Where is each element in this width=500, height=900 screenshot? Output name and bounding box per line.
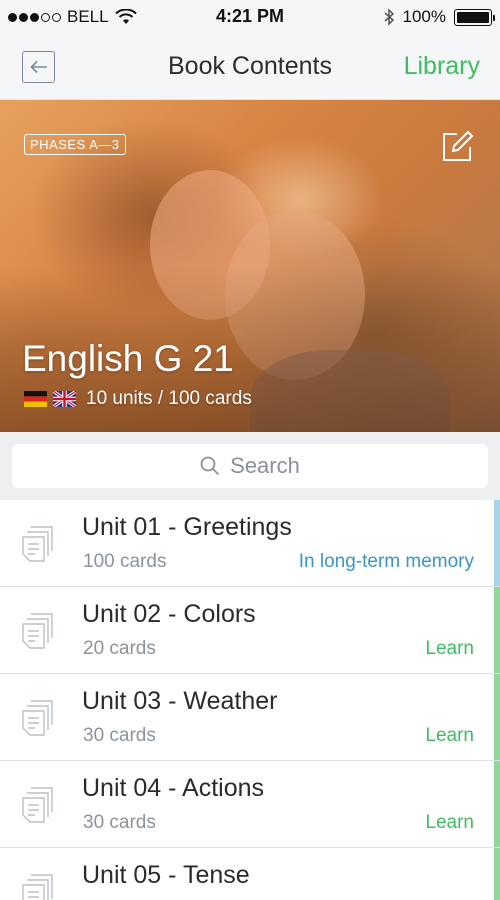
book-title: English G 21 [22,338,234,379]
unit-title: Unit 05 - Tense [82,861,250,889]
stacked-cards-icon [22,787,53,823]
search-area: Search [0,432,500,500]
battery-icon [454,8,495,26]
learn-button[interactable]: Learn [425,725,474,747]
library-button[interactable]: Library [404,52,480,81]
arrow-left-icon [29,60,47,74]
unit-progress-bar [494,674,500,760]
book-stats: 10 units / 100 cards [86,388,252,409]
phase-badge: PHASES A—3 [24,134,126,155]
search-icon [200,456,220,476]
uk-flag-icon [53,391,76,407]
book-meta: 10 units / 100 cards [24,388,252,410]
learn-button[interactable]: Learn [425,638,474,660]
back-button[interactable] [22,51,55,83]
unit-title: Unit 02 - Colors [82,600,256,628]
unit-card-count: 100 cards [83,551,167,572]
unit-title: Unit 03 - Weather [82,687,278,715]
stacked-cards-icon [22,700,53,736]
learn-button[interactable]: Learn [425,812,474,834]
list-item[interactable]: Unit 04 - Actions 30 cards Learn [0,761,500,848]
unit-progress-bar [494,761,500,847]
unit-title: Unit 01 - Greetings [82,513,292,541]
unit-card-count: 20 cards [83,638,156,659]
stacked-cards-icon [22,526,53,562]
unit-list: Unit 01 - Greetings 100 cards In long-te… [0,500,500,900]
book-cover: PHASES A—3 English G 21 10 units / 100 c… [0,100,500,432]
search-input[interactable]: Search [12,444,488,488]
nav-bar: Book Contents Library [0,34,500,100]
status-right: 100% [384,7,495,27]
unit-progress-bar [494,848,500,900]
edit-icon[interactable] [440,130,474,164]
bluetooth-icon [384,8,394,26]
unit-status[interactable]: In long-term memory [299,551,474,573]
status-bar: BELL 4:21 PM 100% [0,0,500,34]
unit-title: Unit 04 - Actions [82,774,265,802]
unit-progress-bar [494,500,500,586]
list-item[interactable]: Unit 01 - Greetings 100 cards In long-te… [0,500,500,587]
search-placeholder: Search [230,453,300,478]
list-item[interactable]: Unit 02 - Colors 20 cards Learn [0,587,500,674]
list-item[interactable]: Unit 05 - Tense [0,848,500,900]
unit-card-count: 30 cards [83,725,156,746]
stacked-cards-icon [22,874,53,900]
stacked-cards-icon [22,613,53,649]
list-item[interactable]: Unit 03 - Weather 30 cards Learn [0,674,500,761]
unit-card-count: 30 cards [83,812,156,833]
unit-progress-bar [494,587,500,673]
german-flag-icon [24,391,47,407]
battery-percent: 100% [402,7,446,26]
